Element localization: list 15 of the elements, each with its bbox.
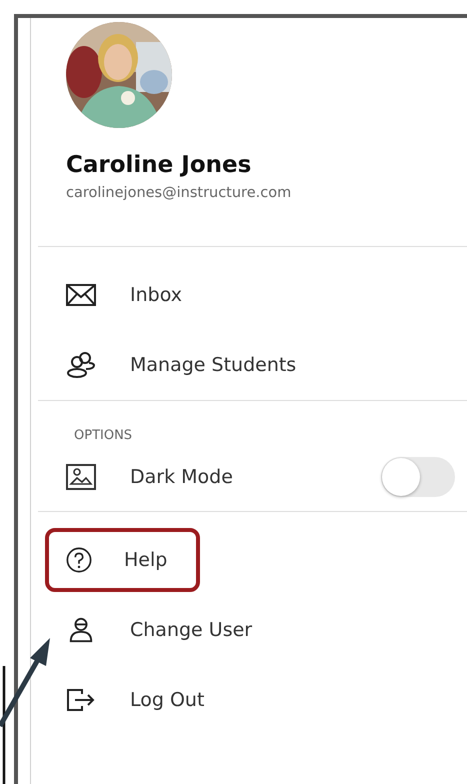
menu-item[interactable]: Dark Mode	[38, 443, 467, 511]
menu-item[interactable]: Change User	[38, 595, 467, 665]
user-email: carolinejones@instructure.com	[66, 184, 292, 203]
menu-item[interactable]: Manage Students	[38, 330, 467, 400]
menu-item[interactable]: Help	[45, 528, 200, 592]
section-heading: OPTIONS	[73, 428, 134, 443]
user-name: Caroline Jones	[66, 151, 252, 180]
menu-item[interactable]: Inbox	[38, 260, 467, 330]
toggle-switch[interactable]	[381, 457, 455, 497]
logout-icon	[66, 687, 96, 713]
help-icon	[64, 547, 94, 573]
people-icon	[66, 352, 96, 378]
menu-item[interactable]: Log Out	[38, 665, 467, 735]
image-icon	[66, 464, 96, 490]
envelope-icon	[66, 282, 96, 308]
